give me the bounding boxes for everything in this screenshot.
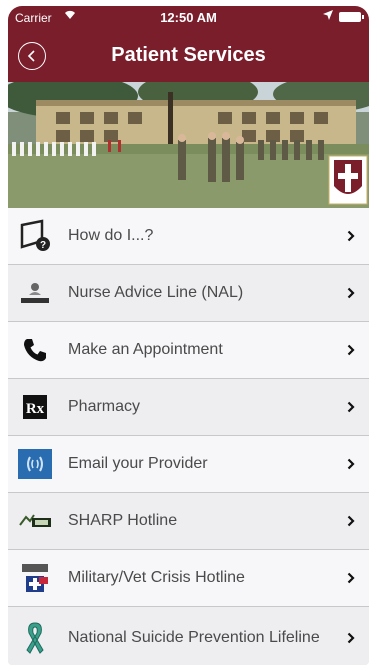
location-arrow-icon (323, 10, 333, 23)
chevron-right-icon (347, 401, 355, 413)
svg-text:?: ? (40, 240, 46, 251)
menu-item-email-provider[interactable]: Email your Provider (8, 436, 369, 493)
chevron-right-icon (347, 458, 355, 470)
menu-item-label: Email your Provider (68, 455, 208, 472)
menu-item-label: Make an Appointment (68, 341, 223, 358)
clock: 12:50 AM (160, 10, 217, 25)
menu-item-label: Military/Vet Crisis Hotline (68, 569, 245, 586)
chevron-right-icon (347, 515, 355, 527)
menu-item-military-vet-crisis[interactable]: Military/Vet Crisis Hotline (8, 550, 369, 607)
phone-icon (17, 332, 53, 368)
chevron-right-icon (347, 287, 355, 299)
battery-icon (339, 12, 364, 22)
menu-item-label: National Suicide Prevention Lifeline (68, 629, 320, 646)
chevron-right-icon (347, 632, 355, 644)
nurse-logo-icon (17, 275, 53, 311)
chevron-right-icon (347, 230, 355, 242)
menu-item-label: Pharmacy (68, 398, 141, 415)
secure-messaging-icon (17, 446, 53, 482)
app-screen: Carrier 12:50 AM Patient Services ? How … (8, 6, 369, 665)
status-bar: Carrier 12:50 AM (8, 6, 369, 28)
services-menu: ? How do I...? Nurse Advice Line (NAL) M… (8, 208, 369, 665)
awareness-ribbon-icon (17, 620, 53, 656)
hospital-crest-icon (328, 155, 368, 205)
menu-item-label: Nurse Advice Line (NAL) (68, 284, 244, 301)
chevron-right-icon (347, 344, 355, 356)
menu-item-how-do-i[interactable]: ? How do I...? (8, 208, 369, 265)
menu-item-nurse-advice-line[interactable]: Nurse Advice Line (NAL) (8, 265, 369, 322)
menu-item-label: SHARP Hotline (68, 512, 178, 529)
menu-item-label: How do I...? (68, 227, 154, 244)
chevron-right-icon (347, 572, 355, 584)
hospital-banner-photo (8, 82, 369, 208)
rx-icon: Rx (17, 389, 53, 425)
sharp-logo-icon (17, 503, 53, 539)
menu-item-make-appointment[interactable]: Make an Appointment (8, 322, 369, 379)
menu-item-sharp-hotline[interactable]: SHARP Hotline (8, 493, 369, 550)
question-doc-icon: ? (17, 218, 53, 254)
menu-item-pharmacy[interactable]: Rx Pharmacy (8, 379, 369, 436)
navigation-header: Carrier 12:50 AM Patient Services (8, 6, 369, 82)
svg-text:Rx: Rx (26, 401, 45, 417)
page-title: Patient Services (111, 44, 266, 66)
crisis-line-icon (17, 560, 53, 596)
menu-item-suicide-prevention-lifeline[interactable]: National Suicide Prevention Lifeline (8, 607, 369, 665)
